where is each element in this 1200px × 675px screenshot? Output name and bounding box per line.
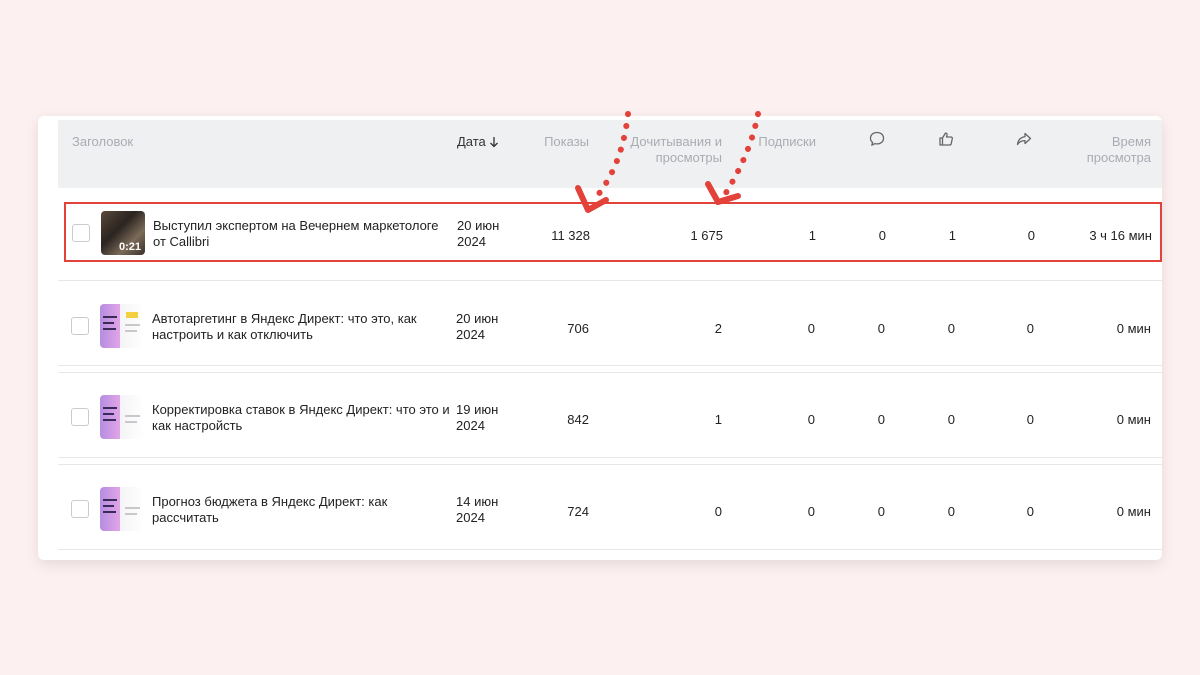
table-row[interactable]: Корректировка ставок в Яндекс Директ: чт…	[58, 372, 1162, 458]
row-title[interactable]: Корректировка ставок в Яндекс Директ: чт…	[152, 402, 450, 434]
row-watch-time: 0 мин	[1116, 412, 1151, 427]
row-impressions: 11 328	[551, 228, 590, 243]
video-duration: 0:21	[118, 241, 141, 253]
stats-table-card: Заголовок Дата Показы Дочитывания и прос…	[38, 116, 1162, 560]
row-likes: 0	[947, 504, 955, 519]
row-watch-time: 3 ч 16 мин	[1089, 228, 1152, 243]
row-shares: 0	[1026, 504, 1034, 519]
column-watch-time[interactable]: Время просмотра	[1078, 134, 1151, 166]
comment-icon[interactable]	[868, 130, 886, 148]
row-likes: 0	[947, 321, 955, 336]
row-likes: 1	[948, 228, 956, 243]
column-title[interactable]: Заголовок	[72, 134, 133, 150]
row-checkbox[interactable]	[71, 408, 89, 426]
row-subscriptions: 0	[807, 321, 815, 336]
sort-down-icon	[489, 136, 499, 152]
row-subscriptions: 0	[807, 412, 815, 427]
row-reads: 0	[714, 504, 722, 519]
row-reads: 1 675	[690, 228, 723, 243]
row-comments: 0	[878, 228, 886, 243]
row-comments: 0	[877, 504, 885, 519]
row-checkbox[interactable]	[71, 317, 89, 335]
row-shares: 0	[1027, 228, 1035, 243]
row-checkbox[interactable]	[71, 500, 89, 518]
row-title[interactable]: Автотаргетинг в Яндекс Директ: что это, …	[152, 311, 450, 343]
row-reads: 2	[714, 321, 722, 336]
row-watch-time: 0 мин	[1116, 321, 1151, 336]
row-impressions: 724	[567, 504, 589, 519]
table-row[interactable]: 0:21 Выступил экспертом на Вечернем марк…	[64, 202, 1162, 262]
article-thumbnail[interactable]	[100, 395, 144, 439]
row-shares: 0	[1026, 412, 1034, 427]
row-checkbox[interactable]	[72, 224, 90, 242]
row-reads: 1	[714, 412, 722, 427]
row-impressions: 842	[567, 412, 589, 427]
row-title[interactable]: Выступил экспертом на Вечернем маркетоло…	[153, 218, 451, 250]
table-header: Заголовок Дата Показы Дочитывания и прос…	[58, 120, 1162, 188]
row-comments: 0	[877, 412, 885, 427]
row-shares: 0	[1026, 321, 1034, 336]
thumbs-up-icon[interactable]	[937, 130, 955, 148]
article-thumbnail[interactable]	[100, 304, 144, 348]
row-impressions: 706	[567, 321, 589, 336]
table-row[interactable]: Прогноз бюджета в Яндекс Директ: как рас…	[58, 464, 1162, 550]
video-thumbnail[interactable]: 0:21	[101, 211, 145, 255]
row-title[interactable]: Прогноз бюджета в Яндекс Директ: как рас…	[152, 494, 450, 526]
row-comments: 0	[877, 321, 885, 336]
article-thumbnail[interactable]	[100, 487, 144, 531]
row-subscriptions: 1	[808, 228, 816, 243]
column-reads[interactable]: Дочитывания и просмотры	[618, 134, 722, 166]
row-watch-time: 0 мин	[1116, 504, 1151, 519]
column-subscriptions[interactable]: Подписки	[738, 134, 816, 150]
share-icon[interactable]	[1015, 130, 1033, 148]
row-subscriptions: 0	[807, 504, 815, 519]
row-likes: 0	[947, 412, 955, 427]
table-row[interactable]: Автотаргетинг в Яндекс Директ: что это, …	[58, 280, 1162, 366]
column-date[interactable]: Дата	[457, 134, 499, 152]
column-impressions[interactable]: Показы	[518, 134, 589, 150]
